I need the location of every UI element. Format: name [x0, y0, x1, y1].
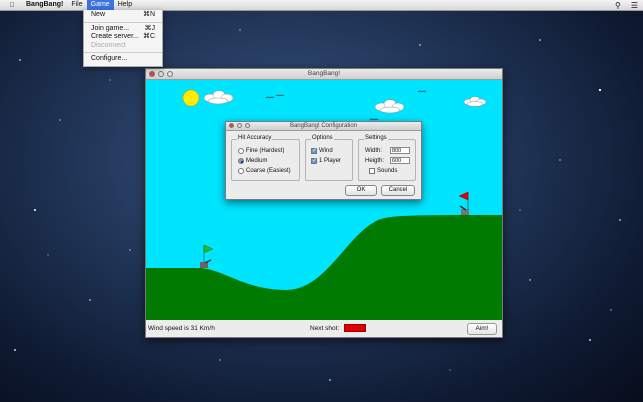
- menu-item-label: Create server...: [91, 33, 139, 40]
- menu-file[interactable]: File: [67, 0, 86, 10]
- checkbox-wind[interactable]: ✓ Wind: [311, 148, 333, 154]
- menu-item-shortcut: ⌘J: [144, 24, 156, 32]
- group-title: Settings: [364, 135, 388, 141]
- menu-separator: [84, 52, 162, 53]
- hit-accuracy-group: Hit Accuracy Fine (Hardest) Medium Coars…: [231, 135, 300, 181]
- menu-item-label: Join game...: [91, 24, 130, 32]
- checkbox-label: Wind: [319, 148, 333, 154]
- height-label: Heigth:: [365, 157, 385, 164]
- menu-item-shortcut: ⌘C: [142, 33, 155, 40]
- radio-button[interactable]: [238, 168, 244, 174]
- next-shot-label: Next shot:: [310, 325, 340, 332]
- width-label: Width:: [365, 147, 383, 154]
- height-setting: Heigth: 600: [365, 157, 410, 164]
- radio-button-selected[interactable]: [238, 158, 244, 164]
- window-title: BangBang!: [307, 70, 341, 77]
- notification-list-icon[interactable]: ☰: [626, 1, 643, 10]
- menu-item-label: New: [91, 11, 106, 18]
- menu-item-shortcut: ⌘N: [142, 11, 155, 18]
- height-input[interactable]: 600: [390, 157, 410, 164]
- minimize-icon[interactable]: [158, 71, 164, 77]
- sun-icon: [182, 89, 200, 107]
- dialog-titlebar[interactable]: BangBang! Configuration: [226, 122, 421, 131]
- zoom-icon[interactable]: [245, 123, 250, 128]
- main-window-titlebar[interactable]: BangBang!: [146, 69, 502, 80]
- game-menu-dropdown: New ⌘N Join game... ⌘J Create server... …: [83, 10, 163, 67]
- zoom-icon[interactable]: [167, 71, 173, 77]
- cancel-button[interactable]: Cancel: [381, 185, 415, 196]
- settings-group: Settings Width: 800 Heigth: 600 Sounds: [358, 135, 416, 181]
- width-setting: Width: 800: [365, 147, 410, 154]
- ok-button[interactable]: OK: [345, 185, 377, 196]
- group-title: Options: [311, 135, 334, 141]
- checkbox[interactable]: [369, 168, 375, 174]
- checkbox-label: Sounds: [377, 168, 398, 174]
- menu-separator: [84, 21, 162, 23]
- menu-item-configure[interactable]: Configure...: [84, 55, 162, 64]
- radio-label: Coarse (Easiest): [246, 168, 291, 174]
- close-icon[interactable]: [149, 71, 155, 77]
- dialog-title: BangBang! Configuration: [289, 123, 358, 129]
- checkmark-icon[interactable]: ✓: [311, 158, 317, 164]
- game-canvas[interactable]: [146, 80, 502, 320]
- wind-speed-text: Wind speed is 31 Km/h: [148, 325, 215, 332]
- menu-item-create-server[interactable]: Create server... ⌘C: [84, 33, 162, 42]
- checkbox-sounds[interactable]: Sounds: [369, 168, 397, 174]
- close-icon[interactable]: [229, 123, 234, 128]
- menu-help[interactable]: Help: [114, 0, 136, 10]
- apple-icon[interactable]: : [6, 2, 18, 9]
- checkbox-label: 1 Player: [319, 158, 342, 164]
- radio-button[interactable]: [238, 148, 244, 154]
- menu-item-join-game[interactable]: Join game... ⌘J: [84, 25, 162, 34]
- status-bar: Wind speed is 31 Km/h Next shot: Aim!: [146, 320, 502, 337]
- radio-coarse[interactable]: Coarse (Easiest): [238, 168, 291, 174]
- options-group: Options ✓ Wind ✓ 1 Player: [305, 135, 353, 181]
- group-title: Hit Accuracy: [237, 135, 273, 141]
- radio-label: Medium: [246, 158, 268, 164]
- radio-medium[interactable]: Medium: [238, 158, 267, 164]
- radio-fine[interactable]: Fine (Hardest): [238, 148, 284, 154]
- radio-label: Fine (Hardest): [246, 148, 285, 154]
- width-input[interactable]: 800: [390, 147, 410, 154]
- spotlight-search-icon[interactable]: ⚲: [610, 1, 626, 10]
- minimize-icon[interactable]: [237, 123, 242, 128]
- menu-item-label: Configure...: [91, 55, 128, 62]
- main-window: BangBang! Wind speed is 31 Km/h Next sho…: [145, 68, 503, 338]
- menu-app-name[interactable]: BangBang!: [22, 0, 67, 10]
- next-shot-color-indicator: [344, 324, 366, 332]
- menu-game[interactable]: Game: [86, 0, 114, 10]
- menu-item-label: Disconnect: [91, 41, 126, 49]
- menu-item-new[interactable]: New ⌘N: [84, 11, 162, 20]
- aim-button[interactable]: Aim!: [467, 323, 497, 335]
- configuration-dialog: BangBang! Configuration Hit Accuracy Fin…: [225, 121, 422, 200]
- checkbox-one-player[interactable]: ✓ 1 Player: [311, 158, 341, 164]
- checkmark-icon[interactable]: ✓: [311, 148, 317, 154]
- menu-item-disconnect: Disconnect: [84, 42, 162, 51]
